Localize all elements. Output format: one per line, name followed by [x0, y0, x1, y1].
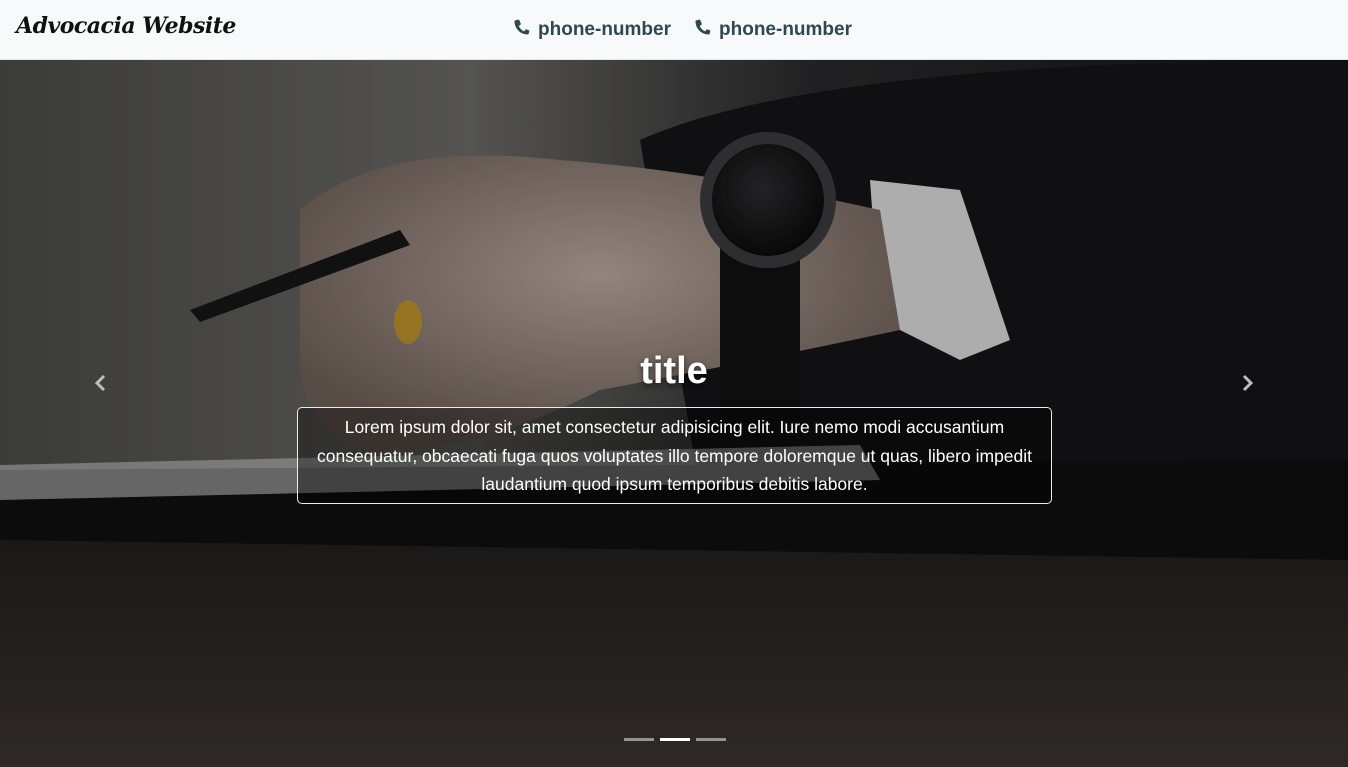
chevron-left-icon — [91, 373, 111, 397]
carousel-indicator-active[interactable] — [660, 738, 690, 741]
carousel-indicators — [624, 738, 726, 741]
carousel-next-button[interactable] — [1227, 360, 1267, 410]
chevron-right-icon — [1237, 373, 1257, 397]
navbar: Advocacia Website phone-number phone-num… — [0, 0, 1348, 60]
slide-description: Lorem ipsum dolor sit, amet consectetur … — [297, 407, 1052, 504]
carousel-caption: title Lorem ipsum dolor sit, amet consec… — [0, 350, 1348, 504]
phone-icon — [512, 17, 532, 43]
carousel-indicator[interactable] — [696, 738, 726, 741]
nav-link-phone-1[interactable]: phone-number — [512, 17, 671, 43]
nav-link-phone-2[interactable]: phone-number — [693, 17, 852, 43]
carousel-prev-button[interactable] — [81, 360, 121, 410]
phone-icon — [693, 17, 713, 43]
carousel-indicator[interactable] — [624, 738, 654, 741]
nav-link-label: phone-number — [719, 19, 852, 40]
nav-links: phone-number phone-number — [512, 17, 852, 43]
hero-carousel: title Lorem ipsum dolor sit, amet consec… — [0, 60, 1348, 767]
slide-title: title — [640, 350, 708, 392]
brand-logo[interactable]: Advocacia Website — [16, 13, 236, 39]
nav-link-label: phone-number — [538, 19, 671, 40]
